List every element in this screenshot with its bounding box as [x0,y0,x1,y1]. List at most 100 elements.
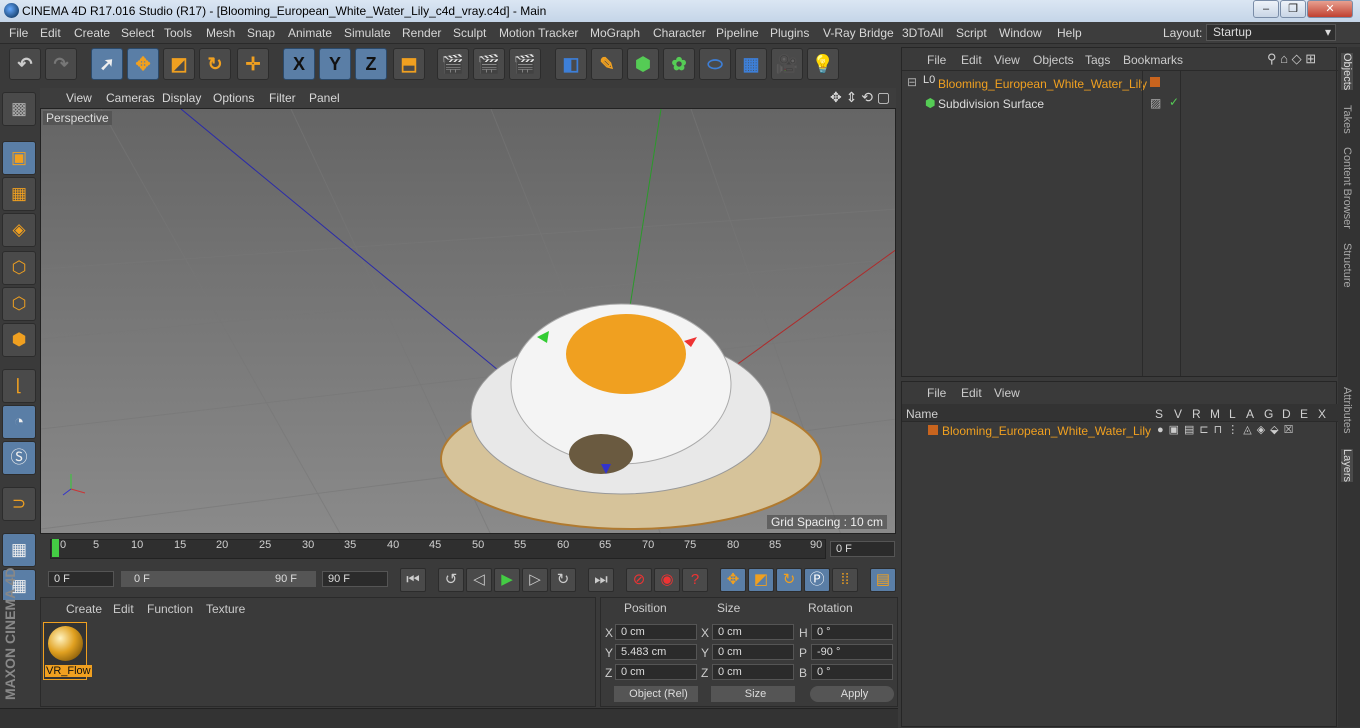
menu-script[interactable]: Script [956,26,987,40]
viewport-menu-display[interactable]: Display [162,91,201,105]
live-select-button[interactable]: ✛ [237,48,269,80]
coordinate-mode-select[interactable]: Object (Rel) [614,686,698,702]
tab-structure[interactable]: Structure [1341,243,1353,288]
menu-render[interactable]: Render [402,26,441,40]
position-y-field[interactable]: 5.483 cm [615,644,697,660]
go-to-end-button[interactable]: ⏭ [588,568,614,592]
layer-flags-icons[interactable]: ●▣▤⊏⊓⋮◬◈⬙☒ [1157,423,1298,436]
menu-plugins[interactable]: Plugins [770,26,809,40]
layers-menu-file[interactable]: File [927,386,946,400]
tab-content-browser[interactable]: Content Browser [1341,147,1353,229]
timeline-ruler[interactable]: 0 5 10 15 20 25 30 35 40 45 50 55 60 65 … [40,535,896,565]
axis-mode-button[interactable]: ⌊ [2,369,36,403]
auto-key-button[interactable]: ◉ [654,568,680,592]
menu-motion-tracker[interactable]: Motion Tracker [499,26,578,40]
minimize-button[interactable]: – [1253,0,1279,18]
objects-menu-bookmarks[interactable]: Bookmarks [1123,53,1183,67]
material-menu-texture[interactable]: Texture [206,602,245,616]
objects-menu-edit[interactable]: Edit [961,53,982,67]
x-axis-button[interactable]: X [283,48,315,80]
previous-frame-button[interactable]: ◁ [466,568,492,592]
points-mode-button[interactable]: ⬡ [2,251,36,285]
position-z-field[interactable]: 0 cm [615,664,697,680]
menu-help[interactable]: Help [1057,26,1082,40]
next-key-button[interactable]: ↻ [550,568,576,592]
layout-select[interactable]: Startup ▾ [1206,24,1336,41]
workplane-button[interactable]: ◈ [2,213,36,247]
viewport-menu-cameras[interactable]: Cameras [106,91,155,105]
go-to-start-button[interactable]: ⏮ [400,568,426,592]
layer-row[interactable]: Blooming_European_White_Water_Lily ●▣▤⊏⊓… [902,422,1338,440]
render-view-button[interactable]: 🎬 [437,48,469,80]
menu-sculpt[interactable]: Sculpt [453,26,486,40]
mograph-cloner-button[interactable]: ✿ [663,48,695,80]
visibility-dots-icon[interactable]: ▨ [1150,96,1161,110]
menu-vray-bridge[interactable]: V-Ray Bridge [823,26,894,40]
redo-button[interactable]: ↷ [45,48,77,80]
layer-color-swatch[interactable] [1150,77,1160,87]
undo-button[interactable]: ↶ [9,48,41,80]
size-z-field[interactable]: 0 cm [712,664,794,680]
menu-snap[interactable]: Snap [247,26,275,40]
edges-mode-button[interactable]: ⬡ [2,287,36,321]
key-parameter-button[interactable]: Ⓟ [804,568,830,592]
lock-workplane-button[interactable]: ▦ [2,533,36,567]
timeline-window-button[interactable]: ▤ [870,568,896,592]
model-mode-button[interactable]: ▣ [2,141,36,175]
rotation-b-field[interactable]: 0 ° [811,664,893,680]
next-frame-button[interactable]: ▷ [522,568,548,592]
polygons-mode-button[interactable]: ⬢ [2,323,36,357]
floor-button[interactable]: ▦ [735,48,767,80]
select-tool-button[interactable]: ➚ [91,48,123,80]
object-row[interactable]: ⊟ L0 Blooming_European_White_Water_Lily [905,74,1335,92]
viewport-menu-filter[interactable]: Filter [269,91,296,105]
material-menu-function[interactable]: Function [147,602,193,616]
menu-window[interactable]: Window [999,26,1042,40]
render-settings-button[interactable]: 🎬 [509,48,541,80]
objects-menu-file[interactable]: File [927,53,946,67]
light-button[interactable]: 💡 [807,48,839,80]
tab-objects[interactable]: Objects [1341,53,1353,91]
key-position-button[interactable]: ✥ [720,568,746,592]
rotate-tool-button[interactable]: ↻ [199,48,231,80]
objects-menu-tags[interactable]: Tags [1085,53,1110,67]
tweak-mode-button[interactable]: ◔ [2,405,36,439]
layers-menu-view[interactable]: View [994,386,1020,400]
object-row[interactable]: ⬢ Subdivision Surface ▨ ✓ [905,94,1335,112]
material-menu-edit[interactable]: Edit [113,602,134,616]
size-mode-select[interactable]: Size [711,686,795,702]
search-icon[interactable]: ⚲ ⌂ ◇ ⊞ [1267,51,1316,67]
position-x-field[interactable]: 0 cm [615,624,697,640]
play-button[interactable]: ▶ [494,568,520,592]
frame-range-slider[interactable]: 0 F 90 F [121,571,316,587]
viewport-menu-view[interactable]: View [66,91,92,105]
menu-file[interactable]: File [9,26,28,40]
size-x-field[interactable]: 0 cm [712,624,794,640]
menu-pipeline[interactable]: Pipeline [716,26,759,40]
cube-button[interactable]: ◧ [555,48,587,80]
key-pla-button[interactable]: ⁞⁞ [832,568,858,592]
current-frame-field[interactable]: 0 F [830,541,895,557]
material-menu-create[interactable]: Create [66,602,102,616]
enabled-check-icon[interactable]: ✓ [1169,95,1179,109]
start-frame-field[interactable]: 0 F [48,571,114,587]
material-swatch[interactable]: VR_Flow [43,622,92,680]
deformer-button[interactable]: ⬭ [699,48,731,80]
maximize-button[interactable]: ❐ [1280,0,1306,18]
rotation-p-field[interactable]: -90 ° [811,644,893,660]
layer-color-swatch[interactable] [928,425,938,435]
menu-tools[interactable]: Tools [164,26,192,40]
previous-key-button[interactable]: ↺ [438,568,464,592]
menu-character[interactable]: Character [653,26,706,40]
menu-simulate[interactable]: Simulate [344,26,391,40]
keyframe-selection-button[interactable]: ? [682,568,708,592]
viewport-menu-options[interactable]: Options [213,91,254,105]
scale-tool-button[interactable]: ◩ [163,48,195,80]
pen-button[interactable]: ✎ [591,48,623,80]
key-scale-button[interactable]: ◩ [748,568,774,592]
perspective-viewport[interactable]: Perspective Grid Spacing : 10 cm [40,108,896,534]
objects-menu-view[interactable]: View [994,53,1020,67]
menu-edit[interactable]: Edit [40,26,61,40]
camera-button[interactable]: 🎥 [771,48,803,80]
layers-menu-edit[interactable]: Edit [961,386,982,400]
